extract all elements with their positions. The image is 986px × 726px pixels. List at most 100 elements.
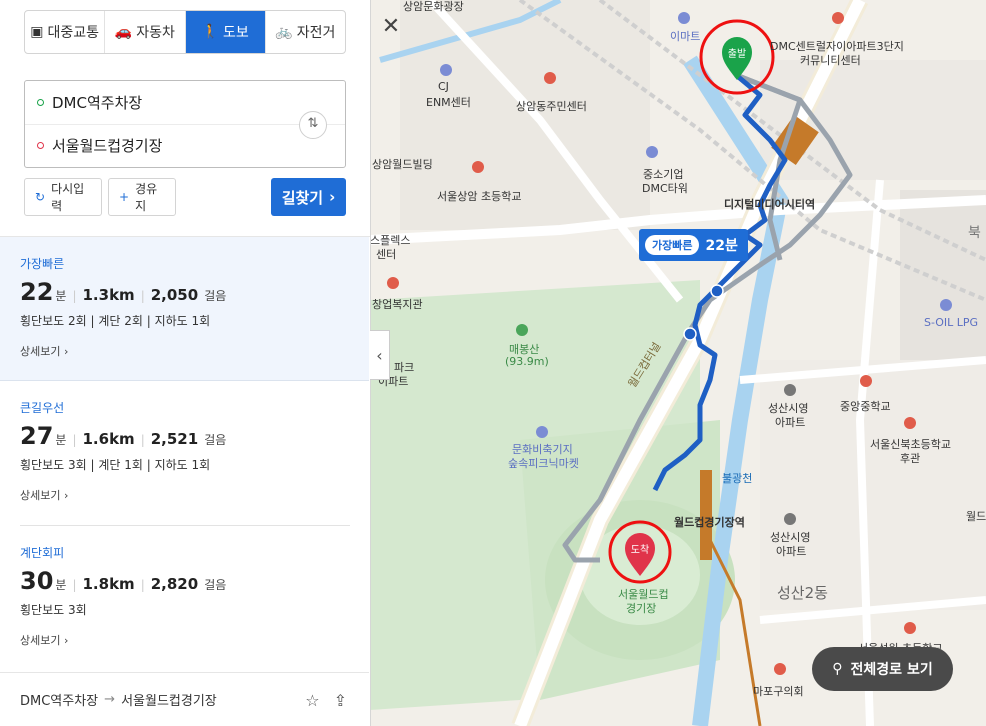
search-route-button[interactable]: 길찾기 › (271, 178, 346, 216)
reset-button[interactable]: ↻ 다시입력 (24, 178, 102, 216)
map-label: 아파트 (775, 416, 806, 429)
waypoint-label: 경유지 (135, 182, 158, 213)
badge-tag: 가장빠른 (645, 235, 700, 255)
chevron-right-icon: › (329, 188, 336, 206)
route-distance: 1.6km (82, 430, 135, 448)
route-summary-bar: DMC역주차장 → 서울월드컵경기장 ☆ ⇪ (0, 672, 369, 726)
map-label: (93.9m) (505, 355, 549, 368)
map-label: ENM센터 (426, 96, 471, 109)
destination-field[interactable]: 서울월드컵경기장 (25, 124, 345, 167)
map-label: 커뮤니티센터 (800, 54, 861, 67)
car-icon: 🚗 (114, 24, 133, 40)
map-label: 이마트 (670, 30, 701, 43)
separator: | (140, 433, 145, 447)
svg-text:출발: 출발 (728, 48, 746, 60)
origin-field[interactable]: DMC역주차장 (25, 81, 345, 125)
route-min-unit: 분 (55, 289, 67, 303)
map-label: 창업복지관 (372, 298, 423, 311)
route-steps-unit: 걸음 (204, 433, 227, 447)
separator: | (140, 578, 145, 592)
reset-label: 다시입력 (51, 182, 85, 213)
route-steps-unit: 걸음 (204, 578, 227, 592)
tab-bicycle[interactable]: 🚲 자전거 (266, 11, 345, 53)
destination-dot-icon (37, 142, 44, 149)
map-label: S-OIL LPG (924, 316, 979, 329)
separator: | (72, 578, 77, 592)
collapse-panel-button[interactable]: ‹ (370, 330, 390, 380)
map-label: 성산2동 (777, 584, 828, 602)
route-time-badge[interactable]: 가장빠른 22분 (639, 229, 748, 261)
map-label: 불광천 (722, 472, 753, 485)
chevron-left-icon: ‹ (376, 345, 383, 365)
overview-label: 전체경로 보기 (850, 662, 933, 678)
summary-destination: 서울월드컵경기장 (121, 694, 217, 709)
tab-car[interactable]: 🚗 자동차 (105, 11, 186, 53)
map-label: 아파트 (776, 545, 807, 558)
route-steps: 2,820 (150, 575, 199, 593)
refresh-icon: ↻ (35, 190, 46, 204)
map-label: DMC타워 (642, 182, 688, 195)
star-icon[interactable]: ☆ (305, 691, 319, 710)
go-label: 길찾기 (281, 188, 324, 207)
route-option[interactable]: 계단회피 30 분 | 1.8km | 2,820 걸음 횡단보도 3회 상세보… (0, 526, 369, 670)
add-waypoint-button[interactable]: + 경유지 (108, 178, 176, 216)
route-label: 가장빠른 (20, 257, 65, 271)
map-label: 경기장 (626, 602, 657, 615)
route-option[interactable]: 큰길우선 27 분 | 1.6km | 2,521 걸음 횡단보도 3회 | 계… (0, 381, 369, 525)
map-label: 월드컵경기장역 (674, 516, 745, 529)
tab-walk[interactable]: 🚶 도보 (185, 11, 266, 53)
swap-icon[interactable]: ⇅ (299, 111, 327, 139)
route-steps: 2,050 (150, 286, 199, 304)
svg-text:도착: 도착 (631, 544, 649, 556)
route-distance: 1.3km (82, 286, 135, 304)
route-minutes: 30 (20, 567, 54, 595)
map-label: 후관 (900, 452, 921, 465)
route-steps-unit: 걸음 (204, 289, 227, 303)
map-label: 상암월드빌딩 (372, 158, 433, 171)
arrow-right-icon: → (104, 692, 116, 707)
tab-label: 대중교통 (47, 25, 99, 41)
route-option[interactable]: 가장빠른 22 분 | 1.3km | 2,050 걸음 횡단보도 2회 | 계… (0, 237, 369, 381)
badge-value: 22분 (705, 238, 738, 254)
separator: | (140, 289, 145, 303)
route-detail: 횡단보도 3회 (20, 603, 87, 617)
route-detail-link[interactable]: 상세보기 › (20, 487, 369, 503)
separator: | (72, 433, 77, 447)
close-icon[interactable]: ✕ (378, 14, 404, 40)
map-label: 상암문화광장 (403, 0, 464, 13)
route-steps: 2,521 (150, 430, 199, 448)
origin-value: DMC역주차장 (52, 94, 143, 112)
walk-icon: 🚶 (201, 24, 219, 40)
map-label: 중앙중학교 (840, 400, 891, 413)
route-minutes: 22 (20, 278, 54, 306)
map-label: CJ (438, 80, 449, 93)
bus-icon: ▣ (30, 24, 44, 40)
separator: | (72, 289, 77, 303)
route-label: 큰길우선 (20, 401, 65, 415)
map-label: 숲속피크닉마켓 (508, 457, 579, 470)
route-input-box: DMC역주차장 서울월드컵경기장 ⇅ (24, 80, 346, 168)
tab-transit[interactable]: ▣ 대중교통 (25, 11, 106, 53)
route-min-unit: 분 (55, 433, 67, 447)
route-min-unit: 분 (55, 578, 67, 592)
map-label: 마포구의회 (753, 685, 804, 698)
destination-value: 서울월드컵경기장 (52, 137, 163, 155)
origin-dot-icon (37, 99, 44, 106)
route-distance: 1.8km (82, 575, 135, 593)
map-label: 서울상암 초등학교 (437, 190, 522, 203)
directions-panel: ▣ 대중교통 🚗 자동차 🚶 도보 🚲 자전거 DMC역주차장 서울월드컵경기장… (0, 0, 371, 726)
route-detail-link[interactable]: 상세보기 › (20, 632, 369, 648)
overview-button[interactable]: ⚲ 전체경로 보기 (812, 647, 953, 691)
route-label: 계단회피 (20, 546, 65, 560)
transport-mode-tabs: ▣ 대중교통 🚗 자동차 🚶 도보 🚲 자전거 (24, 10, 346, 54)
map-label: 센터 (376, 248, 397, 261)
summary-origin: DMC역주차장 (20, 694, 99, 709)
route-detail-link[interactable]: 상세보기 › (20, 343, 369, 359)
route-detail: 횡단보도 3회 | 계단 1회 | 지하도 1회 (20, 458, 211, 472)
tab-label: 자전거 (296, 25, 336, 41)
route-minutes: 27 (20, 422, 54, 450)
share-icon[interactable]: ⇪ (334, 691, 347, 710)
plus-icon: + (119, 190, 130, 204)
map-label: 디지털미디어시티역 (724, 198, 816, 211)
tab-label: 도보 (222, 25, 249, 41)
